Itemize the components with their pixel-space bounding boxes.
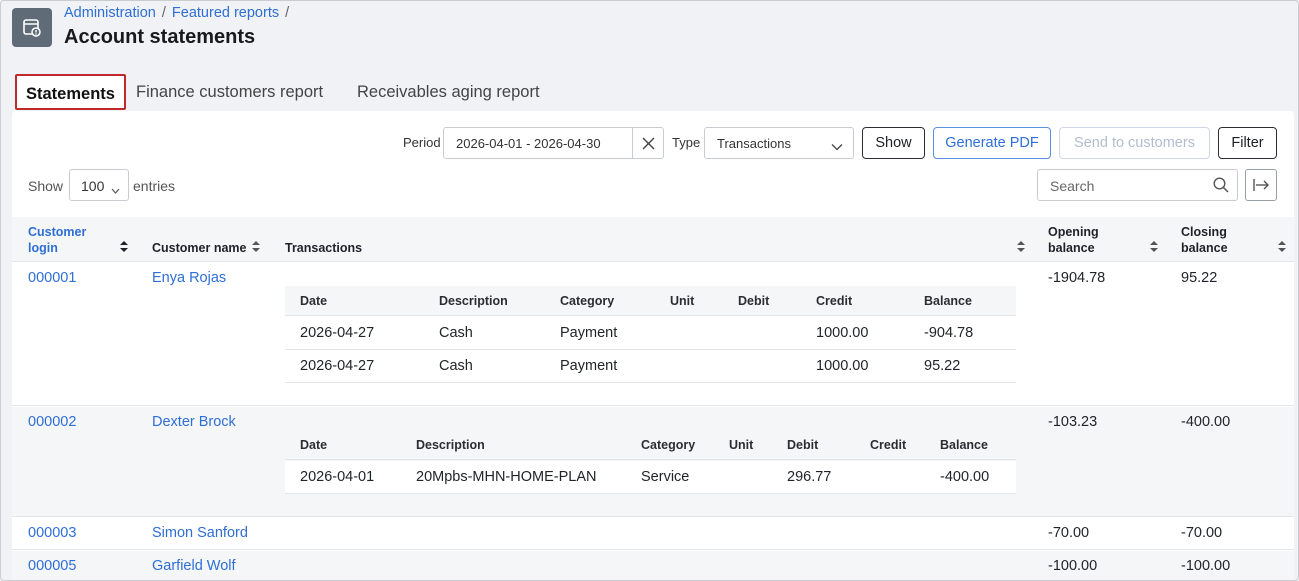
customer-login-link[interactable]: 000003 [28,525,76,541]
subcolumn-description: Description [439,294,508,308]
breadcrumb: Administration / Featured reports / [64,5,295,21]
transaction-balance: -400.00 [940,469,990,485]
statements-panel: Period 2026-04-01 - 2026-04-30 Type Tran… [12,111,1294,580]
customer-name-link[interactable]: Dexter Brock [152,414,236,430]
show-button[interactable]: Show [862,127,925,159]
table-row: 000005 Garfield Wolf -100.00 -100.00 [12,551,1294,580]
transaction-date: 2026-04-01 [300,469,375,485]
transaction-category: Service [641,469,690,485]
sort-icon[interactable] [1150,241,1158,252]
expand-panel-button[interactable] [1245,169,1277,201]
subcolumn-credit: Credit [816,294,853,308]
transaction-description: Cash [439,325,473,341]
report-icon [12,8,52,47]
period-value: 2026-04-01 - 2026-04-30 [456,136,601,151]
transactions-subtable-header: Date Description Category Unit Debit Cre… [285,286,1016,316]
type-value: Transactions [717,136,791,151]
column-customer-login[interactable]: Customer login [28,224,86,256]
period-label: Period [403,135,441,150]
search-input[interactable]: Search [1037,169,1238,201]
breadcrumb-featured-reports[interactable]: Featured reports [172,5,279,21]
transaction-debit: 296.77 [787,469,832,485]
subcolumn-category: Category [641,438,696,452]
closing-balance: 95.22 [1181,270,1218,286]
customer-login-link[interactable]: 000005 [28,558,76,574]
transaction-row: 2026-04-01 20Mpbs-MHN-HOME-PLAN Service … [285,461,1016,494]
period-field[interactable]: 2026-04-01 - 2026-04-30 [443,127,664,159]
column-opening-balance[interactable]: Opening balance [1048,224,1099,256]
clear-icon[interactable] [632,128,663,158]
transaction-balance: -904.78 [924,325,974,341]
entries-label: entries [133,178,176,194]
subcolumn-date: Date [300,294,328,308]
subcolumn-balance: Balance [924,294,972,308]
sort-icon[interactable] [252,241,260,252]
transaction-row: 2026-04-27 Cash Payment 1000.00 -904.78 [285,317,1016,350]
type-select[interactable]: Transactions [704,127,854,159]
search-placeholder: Search [1050,178,1095,194]
arrow-right-to-line-icon [1253,178,1270,195]
table-header: Customer login Customer name Transactions… [12,217,1294,262]
show-entries-label: Show [28,178,64,194]
transaction-description: Cash [439,358,473,374]
subcolumn-balance: Balance [940,438,988,452]
transaction-balance: 95.22 [924,358,961,374]
breadcrumb-separator: / [161,5,166,21]
opening-balance: -70.00 [1048,525,1090,541]
sort-icon[interactable] [120,241,128,252]
entries-value: 100 [81,178,105,194]
closing-balance: -100.00 [1181,558,1231,574]
page-title: Account statements [64,26,256,48]
transaction-description: 20Mpbs-MHN-HOME-PLAN [416,469,597,485]
subcolumn-credit: Credit [870,438,907,452]
column-closing-balance[interactable]: Closing balance [1181,224,1228,256]
subcolumn-unit: Unit [670,294,695,308]
generate-pdf-button[interactable]: Generate PDF [933,127,1051,159]
transaction-category: Payment [560,358,618,374]
transactions-subtable-header: Date Description Category Unit Debit Cre… [285,430,1016,460]
tab-statements[interactable]: Statements [15,74,126,110]
breadcrumb-administration[interactable]: Administration [64,5,156,21]
type-label: Type [672,135,701,150]
subcolumn-debit: Debit [738,294,770,308]
table-row: 000002 Dexter Brock -103.23 -400.00 Date… [12,407,1294,517]
closing-balance: -70.00 [1181,525,1223,541]
transaction-row: 2026-04-27 Cash Payment 1000.00 95.22 [285,350,1016,383]
entries-select[interactable]: 100 [69,169,129,201]
customer-name-link[interactable]: Simon Sanford [152,525,248,541]
chevron-down-icon [111,182,120,197]
filter-button[interactable]: Filter [1218,127,1277,159]
tab-receivables-aging-report[interactable]: Receivables aging report [357,74,540,110]
transaction-credit: 1000.00 [816,325,869,341]
transaction-date: 2026-04-27 [300,358,375,374]
subcolumn-category: Category [560,294,615,308]
breadcrumb-separator: / [285,5,290,21]
opening-balance: -1904.78 [1048,270,1106,286]
app-frame: Administration / Featured reports / Account… [0,0,1299,581]
sort-icon[interactable] [1017,241,1025,252]
sort-icon[interactable] [1278,241,1286,252]
transaction-credit: 1000.00 [816,358,869,374]
tab-finance-customers-report[interactable]: Finance customers report [136,74,323,110]
opening-balance: -103.23 [1048,414,1098,430]
subcolumn-unit: Unit [729,438,754,452]
table-row: 000001 Enya Rojas -1904.78 95.22 Date De… [12,263,1294,406]
customer-name-link[interactable]: Enya Rojas [152,270,226,286]
column-customer-name[interactable]: Customer name [152,240,246,256]
transaction-category: Payment [560,325,618,341]
table-row: 000003 Simon Sanford -70.00 -70.00 [12,518,1294,550]
customer-login-link[interactable]: 000002 [28,414,76,430]
send-to-customers-button[interactable]: Send to customers [1059,127,1210,159]
closing-balance: -400.00 [1181,414,1231,430]
transaction-date: 2026-04-27 [300,325,375,341]
subcolumn-description: Description [416,438,485,452]
search-icon [1213,177,1229,196]
opening-balance: -100.00 [1048,558,1098,574]
customer-name-link[interactable]: Garfield Wolf [152,558,236,574]
chevron-down-icon [831,139,843,154]
subcolumn-date: Date [300,438,328,452]
customer-login-link[interactable]: 000001 [28,270,76,286]
subcolumn-debit: Debit [787,438,819,452]
column-transactions[interactable]: Transactions [285,240,362,256]
